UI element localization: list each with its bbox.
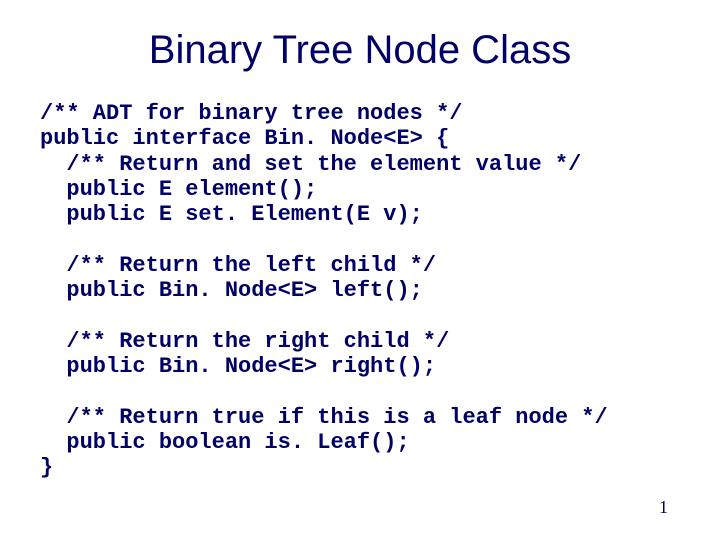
code-line: public interface Bin. Node<E> { xyxy=(40,126,449,151)
code-line: public E set. Element(E v); xyxy=(40,202,423,227)
code-block: /** ADT for binary tree nodes */ public … xyxy=(40,101,680,480)
page-number: 1 xyxy=(659,497,668,518)
code-line: public Bin. Node<E> left(); xyxy=(40,278,423,303)
code-line: /** Return the right child */ xyxy=(40,329,449,354)
code-line: /** ADT for binary tree nodes */ xyxy=(40,101,462,126)
code-line: /** Return the left child */ xyxy=(40,253,436,278)
code-line: public E element(); xyxy=(40,177,317,202)
code-line: public Bin. Node<E> right(); xyxy=(40,354,436,379)
slide-title: Binary Tree Node Class xyxy=(40,28,680,73)
code-line: /** Return true if this is a leaf node *… xyxy=(40,405,608,430)
code-line: public boolean is. Leaf(); xyxy=(40,430,410,455)
code-line: } xyxy=(40,455,53,480)
code-line: /** Return and set the element value */ xyxy=(40,152,581,177)
slide: Binary Tree Node Class /** ADT for binar… xyxy=(0,0,720,540)
